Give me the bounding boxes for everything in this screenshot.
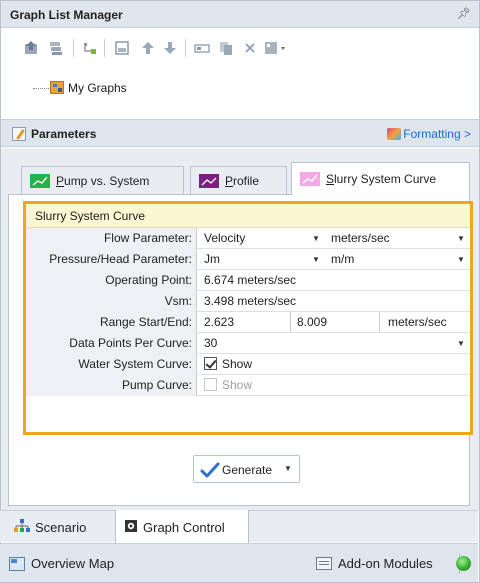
addon-modules-label: Add-on Modules <box>338 556 433 571</box>
data-points-label: Data Points Per Curve: <box>26 333 197 354</box>
tab-scenario-label: Scenario <box>35 519 87 535</box>
new-folder-icon[interactable] <box>81 39 99 57</box>
row-pump-curve: Pump Curve: Show <box>26 375 470 396</box>
checkbox-disabled-icon <box>204 378 217 391</box>
row-pressure-head-parameter: Pressure/Head Parameter: Jm ▼ m/m ▼ <box>26 249 470 270</box>
data-points-select[interactable]: 30 <box>197 333 217 354</box>
status-bar: Overview Map Add-on Modules <box>0 543 478 582</box>
move-down-icon[interactable] <box>161 39 179 57</box>
pump-curve-checkbox: Show <box>197 375 252 396</box>
row-water-system-curve: Water System Curve: Show <box>26 354 470 375</box>
copy-icon[interactable] <box>217 39 235 57</box>
graph-tree: My Graphs <box>1 68 479 116</box>
tab-graph-control[interactable]: Graph Control <box>115 510 249 544</box>
operating-point-label: Operating Point: <box>26 270 197 291</box>
graph-control-icon <box>124 519 138 536</box>
parameters-header: Parameters Formatting > <box>1 119 479 147</box>
title-bar: Graph List Manager 📌︎ <box>1 1 479 28</box>
scenario-tree-icon <box>14 518 30 536</box>
water-system-curve-label: Water System Curve: <box>26 354 197 375</box>
grid-header-label: Slurry System Curve <box>35 209 146 223</box>
checkbox-checked-icon[interactable] <box>204 357 217 370</box>
pressure-unit-select[interactable]: m/m <box>324 249 354 270</box>
status-ok-icon <box>456 556 471 571</box>
tab-label-slurry-system-curve: Slurry System Curve <box>326 172 437 186</box>
parameters-icon <box>12 127 26 141</box>
tab-slurry-system-curve[interactable]: Slurry System Curve <box>291 162 470 195</box>
formatting-link[interactable]: Formatting > <box>387 127 471 141</box>
row-operating-point: Operating Point: 6.674 meters/sec <box>26 270 470 291</box>
range-unit[interactable]: meters/sec <box>379 312 447 333</box>
overview-map-label: Overview Map <box>31 556 115 571</box>
flow-parameter-label: Flow Parameter: <box>26 228 197 249</box>
flow-unit-dropdown-icon[interactable]: ▼ <box>457 228 465 249</box>
range-end-input[interactable]: 8.009 <box>290 312 327 333</box>
tab-label-profile: Profile <box>225 173 260 188</box>
formatting-icon <box>387 128 402 140</box>
pin-icon[interactable]: 📌︎ <box>457 7 471 20</box>
pressure-head-select[interactable]: Jm <box>197 249 220 270</box>
pressure-head-label: Pressure/Head Parameter: <box>26 249 197 270</box>
generate-button[interactable]: Generate ▼ <box>193 455 300 483</box>
row-data-points: Data Points Per Curve: 30 ▼ <box>26 333 470 354</box>
addon-modules-button[interactable]: Add-on Modules <box>316 556 433 571</box>
flow-unit-select[interactable]: meters/sec <box>324 228 390 249</box>
graph-folder-icon <box>50 81 64 94</box>
row-vsm: Vsm: 3.498 meters/sec <box>26 291 470 312</box>
image-icon[interactable] <box>113 39 131 57</box>
move-up-icon[interactable] <box>139 39 157 57</box>
slurry-property-grid: Slurry System Curve Flow Parameter: Velo… <box>23 201 473 435</box>
tab-scenario[interactable]: Scenario <box>6 511 94 543</box>
formatting-label: Formatting > <box>403 127 471 141</box>
pump-curve-label: Pump Curve: <box>26 375 197 396</box>
delete-icon[interactable] <box>241 39 259 57</box>
flow-parameter-select[interactable]: Velocity <box>197 228 297 249</box>
tab-profile[interactable]: Profile <box>190 166 287 194</box>
vsm-value: 3.498 meters/sec <box>204 294 297 308</box>
tab-pump-vs-system[interactable]: Pump vs. System <box>21 166 184 194</box>
range-label: Range Start/End: <box>26 312 197 333</box>
row-flow-parameter: Flow Parameter: Velocity ▼ meters/sec ▼ <box>26 228 470 249</box>
profile-icon <box>199 173 219 188</box>
checkmark-icon <box>200 462 220 481</box>
window-title: Graph List Manager <box>10 8 123 22</box>
generate-label: Generate <box>222 463 273 477</box>
row-range-start-end: Range Start/End: 2.623 8.009 meters/sec <box>26 312 470 333</box>
pressure-unit-dropdown-icon[interactable]: ▼ <box>457 249 465 270</box>
rename-icon[interactable] <box>193 39 211 57</box>
options-dropdown-icon[interactable] <box>263 39 289 57</box>
pump-system-icon <box>30 173 50 188</box>
vsm-label: Vsm: <box>26 291 197 312</box>
bottom-tab-strip: Scenario Graph Control <box>0 510 478 544</box>
stack-icon[interactable] <box>47 39 65 57</box>
addon-modules-icon <box>316 557 332 570</box>
toolbar <box>1 28 479 68</box>
range-start-input[interactable]: 2.623 <box>197 312 234 333</box>
tab-graph-control-label: Graph Control <box>143 519 225 535</box>
open-graph-icon[interactable] <box>23 39 41 57</box>
parameters-title: Parameters <box>31 127 97 141</box>
data-points-dropdown-icon[interactable]: ▼ <box>457 333 465 354</box>
slurry-curve-icon <box>300 172 320 186</box>
overview-map-icon <box>9 556 25 571</box>
water-system-curve-checkbox[interactable]: Show <box>197 354 252 375</box>
grid-header: Slurry System Curve <box>26 204 470 228</box>
flow-parameter-dropdown-icon[interactable]: ▼ <box>312 228 320 249</box>
overview-map-button[interactable]: Overview Map <box>9 556 114 571</box>
tree-connector <box>33 88 49 89</box>
generate-dropdown-icon[interactable]: ▼ <box>284 464 292 473</box>
tab-label-pump-vs-system: Pump vs. System <box>56 173 150 188</box>
pressure-head-dropdown-icon[interactable]: ▼ <box>312 249 320 270</box>
tree-item-my-graphs[interactable]: My Graphs <box>68 81 127 95</box>
operating-point-value: 6.674 meters/sec <box>204 273 297 287</box>
